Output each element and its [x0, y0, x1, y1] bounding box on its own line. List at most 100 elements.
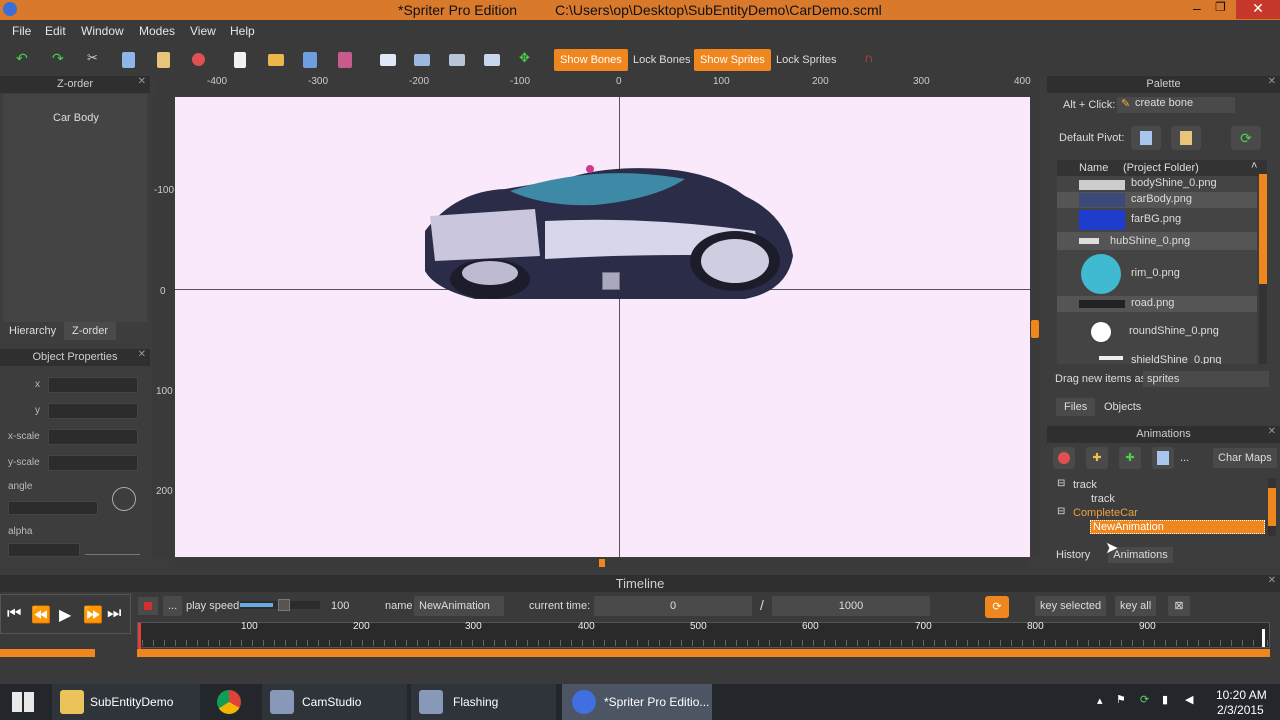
tab-zorder[interactable]: Z-order — [64, 322, 117, 340]
more-options-button[interactable]: ... — [1180, 452, 1189, 464]
menu-edit[interactable]: Edit — [45, 24, 66, 38]
windows-start-icon[interactable] — [12, 692, 34, 712]
timeline-end-marker[interactable] — [1262, 629, 1265, 647]
close-icon[interactable]: ✕ — [138, 76, 146, 87]
clock-date[interactable]: 2/3/2015 — [1217, 703, 1264, 717]
app-icon[interactable] — [3, 2, 17, 16]
column-folder[interactable]: (Project Folder) — [1123, 162, 1199, 174]
close-icon[interactable]: ✕ — [1268, 426, 1276, 437]
editor-canvas[interactable] — [175, 97, 1030, 557]
tab-hierarchy[interactable]: Hierarchy — [9, 325, 56, 337]
network-icon[interactable]: ▮ — [1162, 693, 1168, 706]
list-item[interactable]: carBody.png — [1057, 192, 1257, 208]
y-scale-field[interactable] — [48, 455, 138, 471]
flag-icon[interactable]: ⚑ — [1116, 693, 1126, 706]
timeline-scroll-left[interactable] — [0, 649, 95, 657]
minimize-icon[interactable]: ‒ — [1193, 0, 1201, 16]
copy-icon[interactable] — [122, 52, 135, 68]
frame-icon-1[interactable] — [380, 54, 396, 66]
taskbar-item-subentitydemo[interactable]: SubEntityDemo — [52, 684, 200, 720]
scroll-handle[interactable] — [599, 559, 605, 567]
list-item[interactable]: road.png — [1057, 296, 1257, 312]
y-field[interactable] — [48, 403, 138, 419]
x-field[interactable] — [48, 377, 138, 393]
taskbar-item-camstudio[interactable]: CamStudio — [262, 684, 407, 720]
menu-view[interactable]: View — [190, 24, 216, 38]
frame-icon-4[interactable] — [484, 54, 500, 66]
alpha-slider[interactable] — [85, 545, 140, 555]
duplicate-animation-icon[interactable] — [1152, 447, 1174, 469]
last-frame-icon[interactable]: ⏭ — [107, 605, 121, 623]
add-animation-icon[interactable]: ✚ — [1119, 447, 1141, 469]
animation-length-field[interactable]: 1000 — [772, 596, 930, 616]
current-time-field[interactable]: 0 — [594, 596, 752, 616]
animation-name-field[interactable]: NewAnimation — [414, 596, 504, 616]
pivot-paste-icon[interactable] — [1171, 126, 1201, 150]
timeline-options-button[interactable]: ... — [163, 596, 183, 616]
slider-thumb[interactable] — [278, 599, 290, 611]
x-scale-field[interactable] — [48, 429, 138, 445]
pivot-copy-icon[interactable] — [1131, 126, 1161, 150]
play-speed-slider[interactable] — [240, 599, 320, 611]
close-icon[interactable]: ✕ — [138, 349, 146, 360]
entity-completecar[interactable]: CompleteCar — [1073, 507, 1138, 519]
lock-bones-button[interactable]: Lock Bones — [627, 49, 696, 71]
paste-icon[interactable] — [157, 52, 170, 68]
create-bone-dropdown[interactable]: ✎ create bone — [1117, 97, 1235, 113]
frame-icon-3[interactable] — [449, 54, 465, 66]
prev-frame-icon[interactable]: ⏪ — [31, 605, 51, 625]
asset-list-scrollbar[interactable] — [1259, 160, 1267, 364]
timeline-scrollbar[interactable] — [137, 649, 1270, 657]
show-hidden-icons[interactable]: ▴ — [1097, 694, 1103, 707]
pivot-handle[interactable] — [602, 272, 620, 290]
chevron-up-icon[interactable]: ˄ — [1251, 160, 1257, 172]
volume-icon[interactable]: ◀ — [1185, 693, 1193, 706]
time-cursor[interactable] — [138, 623, 141, 649]
zorder-item-car-body[interactable]: Car Body — [53, 112, 99, 124]
lock-sprites-button[interactable]: Lock Sprites — [770, 49, 843, 71]
list-item[interactable]: rim_0.png — [1057, 252, 1257, 296]
scroll-handle[interactable] — [1031, 320, 1039, 338]
collapse-icon[interactable]: ⊟ — [1057, 506, 1065, 517]
key-selected-button[interactable]: key selected — [1035, 596, 1107, 616]
column-name[interactable]: Name — [1079, 162, 1108, 174]
restore-icon[interactable]: ❐ — [1215, 0, 1226, 14]
show-sprites-button[interactable]: Show Sprites — [694, 49, 771, 71]
list-item[interactable]: roundShine_0.png — [1057, 314, 1257, 350]
canvas-hscrollbar[interactable] — [175, 559, 1030, 567]
tab-history[interactable]: History — [1056, 549, 1090, 561]
angle-field[interactable] — [8, 501, 98, 515]
taskbar-item-spriter[interactable]: *Spriter Pro Editio... — [562, 684, 712, 720]
delete-animation-icon[interactable] — [1053, 447, 1075, 469]
timeline-settings-icon[interactable]: ⊠ — [1168, 596, 1190, 616]
animation-newanimation[interactable]: NewAnimation — [1090, 520, 1265, 534]
list-item[interactable]: hubShine_0.png — [1057, 232, 1257, 250]
canvas-vscrollbar[interactable] — [1031, 97, 1039, 557]
collapse-icon[interactable]: ⊟ — [1057, 478, 1065, 489]
loop-toggle-icon[interactable]: ⟳ — [985, 596, 1009, 618]
alpha-field[interactable] — [8, 543, 80, 557]
save-as-icon[interactable] — [338, 52, 352, 68]
record-icon[interactable] — [138, 597, 158, 615]
tab-objects[interactable]: Objects — [1104, 398, 1141, 416]
first-frame-icon[interactable]: ⏮ — [7, 605, 21, 623]
animation-track[interactable]: track — [1091, 493, 1115, 505]
save-icon[interactable] — [303, 52, 317, 68]
frame-icon-2[interactable] — [414, 54, 430, 66]
list-item[interactable]: shieldShine_0.png — [1057, 352, 1257, 364]
close-button[interactable]: ✕ — [1236, 0, 1280, 19]
play-icon[interactable]: ▶ — [59, 605, 71, 625]
menu-help[interactable]: Help — [230, 24, 255, 38]
scroll-handle[interactable] — [1268, 488, 1276, 526]
cut-icon[interactable]: ✂ — [87, 50, 103, 66]
close-icon[interactable]: ✕ — [1268, 76, 1276, 87]
menu-file[interactable]: File — [12, 24, 31, 38]
entity-track[interactable]: track — [1073, 479, 1097, 491]
angle-dial[interactable] — [112, 487, 136, 511]
list-item[interactable]: bodyShine_0.png — [1057, 176, 1257, 192]
next-frame-icon[interactable]: ⏩ — [83, 605, 103, 625]
refresh-icon[interactable]: ⟳ — [1231, 126, 1261, 150]
close-icon[interactable]: ✕ — [1268, 575, 1276, 586]
list-item[interactable]: farBG.png — [1057, 209, 1257, 231]
undo-icon[interactable]: ↶ — [16, 50, 32, 66]
